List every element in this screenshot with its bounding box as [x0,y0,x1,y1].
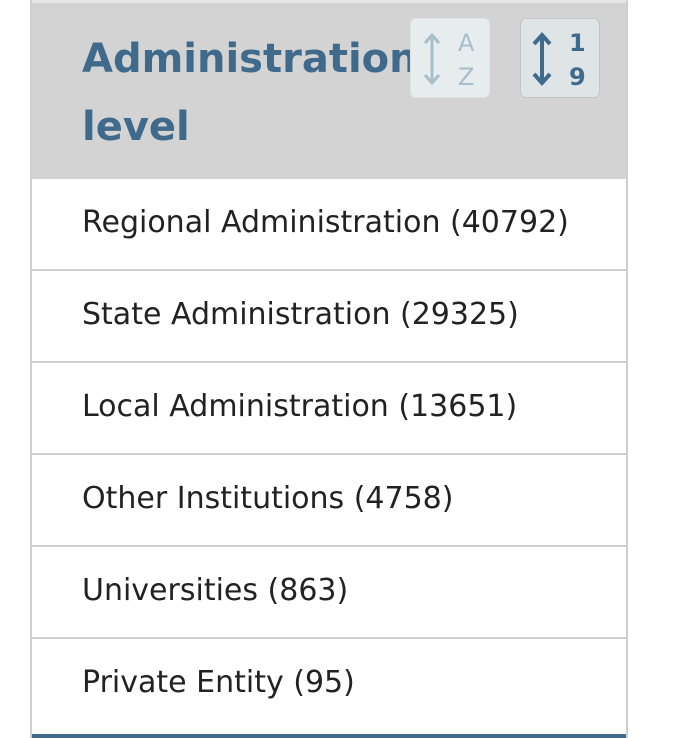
filter-option-label: State Administration (29325) [82,297,519,332]
administration-level-filter: Administration level A Z 1 9 Regional Ad… [30,0,628,738]
filter-option-label: Other Institutions (4758) [82,481,454,516]
sort-numeric-button[interactable]: 1 9 [520,18,600,98]
filter-option-state-administration[interactable]: State Administration (29325) [32,271,626,363]
filter-header: Administration level A Z 1 9 [32,3,626,179]
filter-option-label: Local Administration (13651) [82,389,518,424]
sort-alphabetical-button[interactable]: A Z [410,18,490,98]
filter-option-local-administration[interactable]: Local Administration (13651) [32,363,626,455]
sort-numeric-bottom-glyph: 9 [569,63,586,91]
filter-option-label: Private Entity (95) [82,665,355,700]
filter-title: Administration level [82,36,418,150]
filter-option-other-institutions[interactable]: Other Institutions (4758) [32,455,626,547]
sort-alpha-bottom-glyph: Z [458,63,475,91]
filter-option-label: Regional Administration (40792) [82,205,569,240]
panel-bottom-accent [32,734,626,738]
filter-option-regional-administration[interactable]: Regional Administration (40792) [32,179,626,271]
sort-alpha-icon [423,32,441,86]
sort-alpha-top-glyph: A [458,29,475,57]
sort-numeric-top-glyph: 1 [569,29,586,57]
filter-option-private-entity[interactable]: Private Entity (95) [32,639,626,731]
filter-option-label: Universities (863) [82,573,349,608]
filter-option-universities[interactable]: Universities (863) [32,547,626,639]
filter-options-list: Regional Administration (40792) State Ad… [32,179,626,731]
sort-numeric-icon [532,31,552,87]
